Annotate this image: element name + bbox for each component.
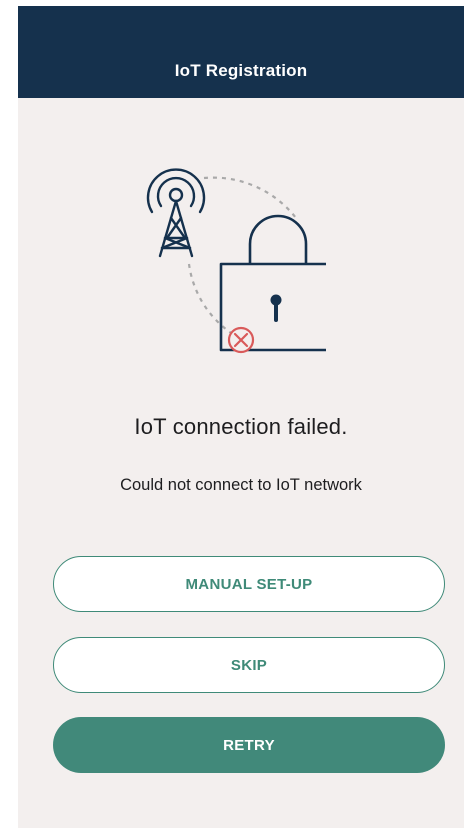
manual-setup-button[interactable]: MANUAL SET-UP xyxy=(53,556,445,612)
app-header: IoT Registration xyxy=(18,6,464,98)
status-title: IoT connection failed. xyxy=(134,414,348,439)
connection-failed-illustration xyxy=(126,156,333,366)
dashed-connection-arc xyxy=(203,176,297,219)
page-title: IoT Registration xyxy=(174,61,308,80)
antenna-tower-icon xyxy=(146,168,206,258)
status-message: Could not connect to IoT network xyxy=(120,476,362,494)
illustration-svg xyxy=(146,168,333,354)
error-x-icon xyxy=(227,326,255,354)
skip-button[interactable]: SKIP xyxy=(53,637,445,693)
keyhole-icon xyxy=(270,294,282,322)
retry-button[interactable]: RETRY xyxy=(53,717,445,773)
dashed-connection-arc-lower xyxy=(187,263,242,340)
app-screen: IoT Registration IoT connection failed. … xyxy=(18,6,464,828)
